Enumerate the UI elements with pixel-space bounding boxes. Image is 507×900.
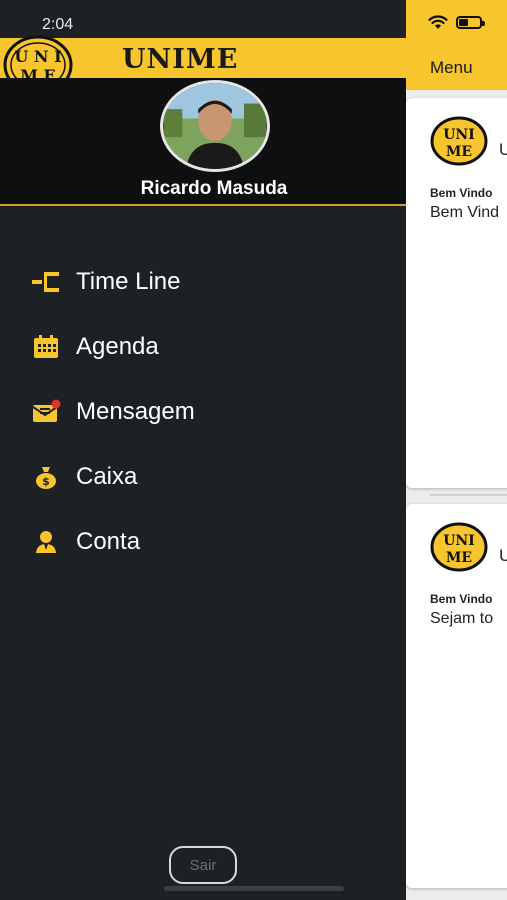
menu-item-label: Time Line <box>76 268 181 295</box>
avatar[interactable] <box>160 80 270 172</box>
drawer-status-bar: 2:04 <box>0 0 406 38</box>
menu-item-label: Mensagem <box>76 398 195 425</box>
menu-item-conta[interactable]: Conta <box>28 518 388 566</box>
feed-card[interactable]: UNI ME U Bem Vindo Bem Vind <box>406 98 507 488</box>
card-author-initial: U <box>499 140 507 159</box>
svg-text:UNI: UNI <box>443 533 475 549</box>
account-icon <box>28 527 64 557</box>
brand-title: UNIME <box>122 44 239 75</box>
unime-logo-icon: UNI ME <box>430 522 488 572</box>
feed-divider <box>430 494 507 496</box>
money-bag-icon: $ <box>28 462 64 492</box>
home-indicator <box>164 886 344 891</box>
feed: UNI ME U Bem Vindo Bem Vind UNI ME U Bem… <box>406 90 507 900</box>
menu-item-mensagem[interactable]: Mensagem <box>28 388 388 436</box>
svg-text:ME: ME <box>446 144 472 160</box>
avatar-photo <box>163 83 267 169</box>
notification-dot <box>51 399 61 409</box>
card-author: Bem Vindo <box>430 186 493 200</box>
side-drawer: 2:04 UNIME U N I M E Ricardo Masuda Time… <box>0 0 406 900</box>
message-icon <box>28 397 64 427</box>
menu-label[interactable]: Menu <box>430 58 473 78</box>
svg-text:$: $ <box>42 475 50 488</box>
status-icons <box>428 14 485 30</box>
svg-text:ME: ME <box>446 550 472 566</box>
menu-item-label: Agenda <box>76 333 159 360</box>
svg-text:UNI: UNI <box>443 127 475 143</box>
logo-text-top: U N I <box>14 47 61 66</box>
status-time: 2:04 <box>42 16 74 33</box>
card-author-initial: U <box>499 546 507 565</box>
menu-item-label: Conta <box>76 528 141 555</box>
menu-item-label: Caixa <box>76 463 138 490</box>
menu-item-timeline[interactable]: Time Line <box>28 258 388 306</box>
menu-item-agenda[interactable]: Agenda <box>28 323 388 371</box>
unime-logo-icon: UNI ME <box>430 116 488 166</box>
card-author: Bem Vindo <box>430 592 493 606</box>
wifi-icon <box>428 15 448 29</box>
calendar-icon <box>28 332 64 362</box>
card-text: Bem Vind <box>430 204 500 221</box>
feed-card[interactable]: UNI ME U Bem Vindo Sejam to <box>406 504 507 888</box>
card-text: Sejam to <box>430 610 494 627</box>
profile-name: Ricardo Masuda <box>140 178 288 199</box>
battery-icon <box>456 15 485 29</box>
timeline-icon <box>28 267 64 297</box>
menu-item-caixa[interactable]: $ Caixa <box>28 453 388 501</box>
logout-button[interactable]: Sair <box>169 846 237 884</box>
